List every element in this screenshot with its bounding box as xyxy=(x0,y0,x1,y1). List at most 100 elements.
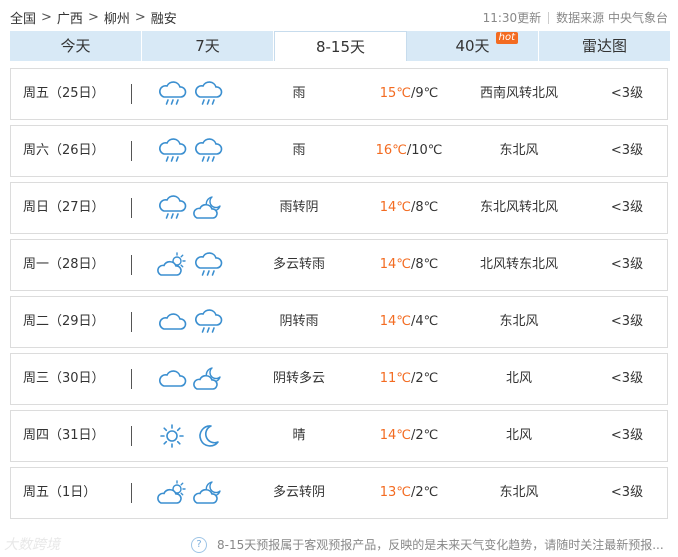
forecast-note: ? 8-15天预报属于客观预报产品，反映的是未来天气变化趋势，请随时关注最新预报… xyxy=(191,536,664,553)
wind-level: <3级 xyxy=(610,200,644,215)
row-divider xyxy=(131,84,132,104)
wind-level: <3级 xyxy=(610,257,644,272)
watermark: 大数跨境 xyxy=(4,537,60,553)
weather-icons xyxy=(157,79,227,109)
rain-cloud-icon xyxy=(195,138,223,162)
weather-icons xyxy=(157,193,227,223)
forecast-row: 周五（25日） 雨 15℃/9℃ 西南风转北风 <3级 xyxy=(10,68,668,120)
wind-direction: 北风转东北风 xyxy=(479,257,558,272)
sun-icon xyxy=(160,424,184,448)
rain-cloud-icon xyxy=(159,81,187,105)
temp-high: 13℃ xyxy=(379,485,411,500)
forecast-day: 周一（28日） xyxy=(23,257,105,272)
row-divider xyxy=(131,312,132,332)
forecast-row: 周四（31日） 晴 14℃/2℃ 北风 <3级 xyxy=(10,410,668,462)
top-bar: 全国 > 广西 > 柳州 > 融安 11:30更新 数据来源 中央气象台 xyxy=(10,7,670,27)
meta-divider xyxy=(548,11,550,24)
temp-high: 11℃ xyxy=(379,371,411,386)
cloudy-night-icon xyxy=(193,481,221,504)
footer: 大数跨境 ? 8-15天预报属于客观预报产品，反映的是未来天气变化趋势，请随时关… xyxy=(0,530,678,557)
temp-low: /4℃ xyxy=(410,314,439,329)
temp-high: 14℃ xyxy=(379,428,411,443)
temperature: 14℃/2℃ xyxy=(357,411,461,461)
breadcrumb: 全国 > 广西 > 柳州 > 融安 xyxy=(10,8,177,27)
forecast-day: 周六（26日） xyxy=(23,143,105,158)
forecast-row: 周三（30日） 阴转多云 11℃/2℃ 北风 <3级 xyxy=(10,353,668,405)
wind-direction: 东北风 xyxy=(499,485,539,500)
cloudy-night-icon xyxy=(193,196,221,219)
tab-today[interactable]: 今天 xyxy=(10,31,142,61)
forecast-tabs: 今天 7天 8-15天 40天 hot 雷达图 xyxy=(10,31,670,61)
weather-icons xyxy=(157,136,227,166)
weather-desc: 阴转多云 xyxy=(272,371,325,386)
weather-icons xyxy=(157,478,227,508)
question-icon[interactable]: ? xyxy=(191,536,207,553)
forecast-row: 周六（26日） 雨 16℃/10℃ 东北风 <3级 xyxy=(10,125,668,177)
breadcrumb-separator: > xyxy=(41,10,52,25)
cloudy-night-icon xyxy=(193,367,221,390)
breadcrumb-separator: > xyxy=(87,10,99,25)
weather-desc: 雨转阴 xyxy=(279,200,319,215)
temperature: 14℃/8℃ xyxy=(357,183,461,233)
temp-low: /10℃ xyxy=(406,143,443,158)
tab-40-days[interactable]: 40天 hot xyxy=(407,31,539,61)
tab-8-15-days[interactable]: 8-15天 xyxy=(274,31,407,61)
forecast-day: 周三（30日） xyxy=(23,371,105,386)
breadcrumb-county[interactable]: 融安 xyxy=(151,8,177,27)
weather-desc: 阴转雨 xyxy=(279,314,319,329)
temp-high: 16℃ xyxy=(375,143,407,158)
temperature: 15℃/9℃ xyxy=(357,69,461,119)
wind-direction: 西南风转北风 xyxy=(479,86,558,101)
temp-low: /2℃ xyxy=(410,428,439,443)
forecast-day: 周五（1日） xyxy=(23,485,97,500)
forecast-day: 周五（25日） xyxy=(23,86,105,101)
forecast-row: 周五（1日） 多云转阴 13℃/2℃ 东北风 <3级 xyxy=(10,467,668,519)
temp-low: /8℃ xyxy=(410,257,439,272)
row-divider xyxy=(131,426,132,446)
weather-icons xyxy=(157,421,227,451)
cloud-icon xyxy=(159,313,187,330)
rain-cloud-icon xyxy=(159,195,187,219)
temp-high: 14℃ xyxy=(379,314,411,329)
moon-icon xyxy=(199,425,219,447)
temp-high: 15℃ xyxy=(379,86,411,101)
weather-desc: 多云转雨 xyxy=(272,257,325,272)
data-source: 数据来源 中央气象台 xyxy=(556,11,668,25)
breadcrumb-city[interactable]: 柳州 xyxy=(104,8,130,27)
temp-low: /9℃ xyxy=(410,86,439,101)
weather-desc: 多云转阴 xyxy=(272,485,325,500)
wind-direction: 东北风 xyxy=(499,143,539,158)
temp-high: 14℃ xyxy=(379,200,411,215)
row-divider xyxy=(131,483,132,503)
tab-7-days[interactable]: 7天 xyxy=(142,31,274,61)
temp-low: /8℃ xyxy=(410,200,439,215)
row-divider xyxy=(131,369,132,389)
cloud-icon xyxy=(159,370,187,387)
forecast-row: 周日（27日） 雨转阴 14℃/8℃ 东北风转北风 <3级 xyxy=(10,182,668,234)
forecast-day: 周二（29日） xyxy=(23,314,105,329)
breadcrumb-province[interactable]: 广西 xyxy=(57,8,83,27)
forecast-day: 周日（27日） xyxy=(23,200,105,215)
rain-cloud-icon xyxy=(195,81,223,105)
wind-direction: 东北风转北风 xyxy=(479,200,558,215)
weather-desc: 晴 xyxy=(292,428,306,443)
tab-radar[interactable]: 雷达图 xyxy=(539,31,670,61)
rain-cloud-icon xyxy=(195,252,223,276)
weather-desc: 雨 xyxy=(292,86,306,101)
wind-direction: 北风 xyxy=(505,428,532,443)
wind-level: <3级 xyxy=(610,86,644,101)
forecast-row: 周二（29日） 阴转雨 14℃/4℃ 东北风 <3级 xyxy=(10,296,668,348)
weather-icons xyxy=(157,307,227,337)
forecast-day: 周四（31日） xyxy=(23,428,105,443)
wind-direction: 东北风 xyxy=(499,314,539,329)
temperature: 14℃/4℃ xyxy=(357,297,461,347)
temperature: 16℃/10℃ xyxy=(357,126,461,176)
hot-badge: hot xyxy=(495,32,518,44)
wind-level: <3级 xyxy=(610,371,644,386)
wind-level: <3级 xyxy=(610,143,644,158)
row-divider xyxy=(131,255,132,275)
weather-icons xyxy=(157,364,227,394)
breadcrumb-national[interactable]: 全国 xyxy=(10,8,36,27)
partly-cloudy-icon xyxy=(157,252,186,276)
temp-low: /2℃ xyxy=(410,485,439,500)
